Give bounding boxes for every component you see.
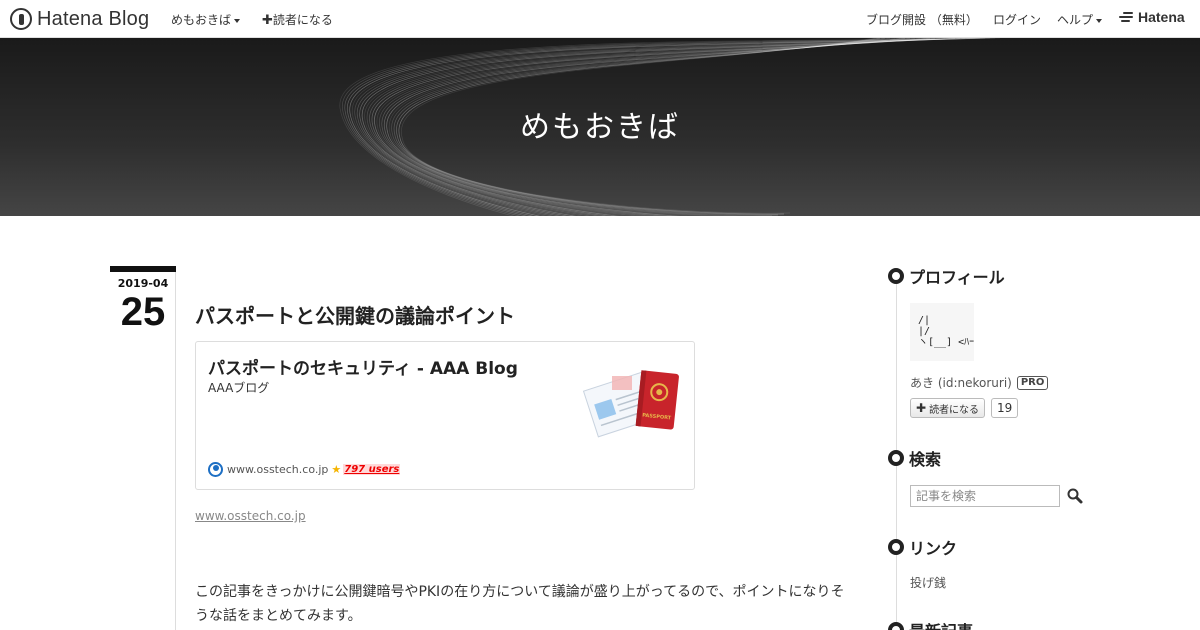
hatena-blog-logo[interactable]: Hatena Blog [10,7,149,31]
sidebar-heading-label: リンク [909,539,958,558]
star-icon: ★ [331,463,342,476]
hatena-logo-text: Hatena [1138,9,1185,25]
login-link[interactable]: ログイン [993,11,1041,28]
profile-name-text: あき (id:nekoruri) [910,376,1012,390]
open-blog-link[interactable]: ブログ開設 （無料） [866,11,978,28]
embed-card[interactable]: パスポートのセキュリティ - AAA Blog AAAブログ PASSPORT … [195,341,695,490]
blog-header-banner: めもおきば [0,38,1200,216]
plus-icon: ✚ [916,401,927,415]
sidebar-heading-label: プロフィール [909,268,1005,287]
circle-bullet-icon [888,539,904,555]
source-link[interactable]: www.osstech.co.jp [195,509,306,523]
entry-date-day: 25 [120,290,166,334]
date-divider [175,272,176,630]
sidebar-heading-recent: 最新記事 [888,618,973,630]
global-header: Hatena Blog めもおきば ✚読者になる ブログ開設 （無料） ログイン… [0,0,1200,38]
site-favicon-icon [208,462,223,477]
hatena-logo[interactable]: Hatena [1119,9,1185,25]
profile-name[interactable]: あき (id:nekoruri) PRO [910,374,1049,391]
hatena-blog-icon [10,8,32,30]
sidebar-heading-label: 検索 [909,450,942,469]
hatena-icon [1119,11,1135,23]
embed-title[interactable]: パスポートのセキュリティ - AAA Blog [208,354,518,379]
embed-domain[interactable]: www.osstech.co.jp [227,463,328,476]
profile-avatar[interactable]: /| |/ ヽ[__] <ﾊｰｲ [910,303,974,361]
sidebar-subscribe-button[interactable]: ✚ 読者になる [910,398,986,418]
entry-body-paragraph: この記事をきっかけに公開鍵暗号やPKIの在り方について議論が盛り上がってるので、… [195,584,845,624]
blog-menu-label: めもおきば [171,13,232,27]
sidebar-link-item[interactable]: 投げ銭 [910,574,946,591]
entry-date-year-month: 2019-04 [117,277,169,290]
caret-down-icon [1096,18,1103,23]
sidebar-heading-profile: プロフィール [888,264,1005,288]
blog-title[interactable]: めもおきば [0,102,1200,146]
circle-bullet-icon [888,450,904,466]
bookmark-users-count[interactable]: 797 users [343,464,401,475]
logo-text: Hatena Blog [37,7,150,30]
blog-menu-dropdown[interactable]: めもおきば [171,11,241,28]
pro-badge: PRO [1016,375,1049,390]
sidebar-subscribe-label: 読者になる [929,404,980,416]
sidebar-heading-links: リンク [888,535,957,559]
help-label: ヘルプ [1057,13,1094,27]
subscribe-label: 読者になる [272,13,333,27]
sidebar-heading-label: 最新記事 [909,618,973,630]
subscribe-link[interactable]: ✚読者になる [262,11,333,28]
plus-icon: ✚ [262,13,273,28]
passport-thumbnail: PASSPORT [582,370,679,438]
sidebar-heading-search: 検索 [888,446,941,470]
caret-down-icon [234,18,241,23]
search-icon[interactable] [1066,487,1084,505]
subscriber-count[interactable]: 19 [991,398,1019,418]
embed-footer: www.osstech.co.jp ★ 797 users [208,462,401,477]
embed-site-name: AAAブログ [208,381,270,395]
entry-date[interactable]: 2019-04 25 [110,266,176,334]
search-input[interactable] [910,485,1060,507]
circle-bullet-icon [888,622,904,630]
entry-title[interactable]: パスポートと公開鍵の議論ポイント [195,300,515,329]
help-dropdown[interactable]: ヘルプ [1057,11,1103,28]
circle-bullet-icon [888,268,904,284]
